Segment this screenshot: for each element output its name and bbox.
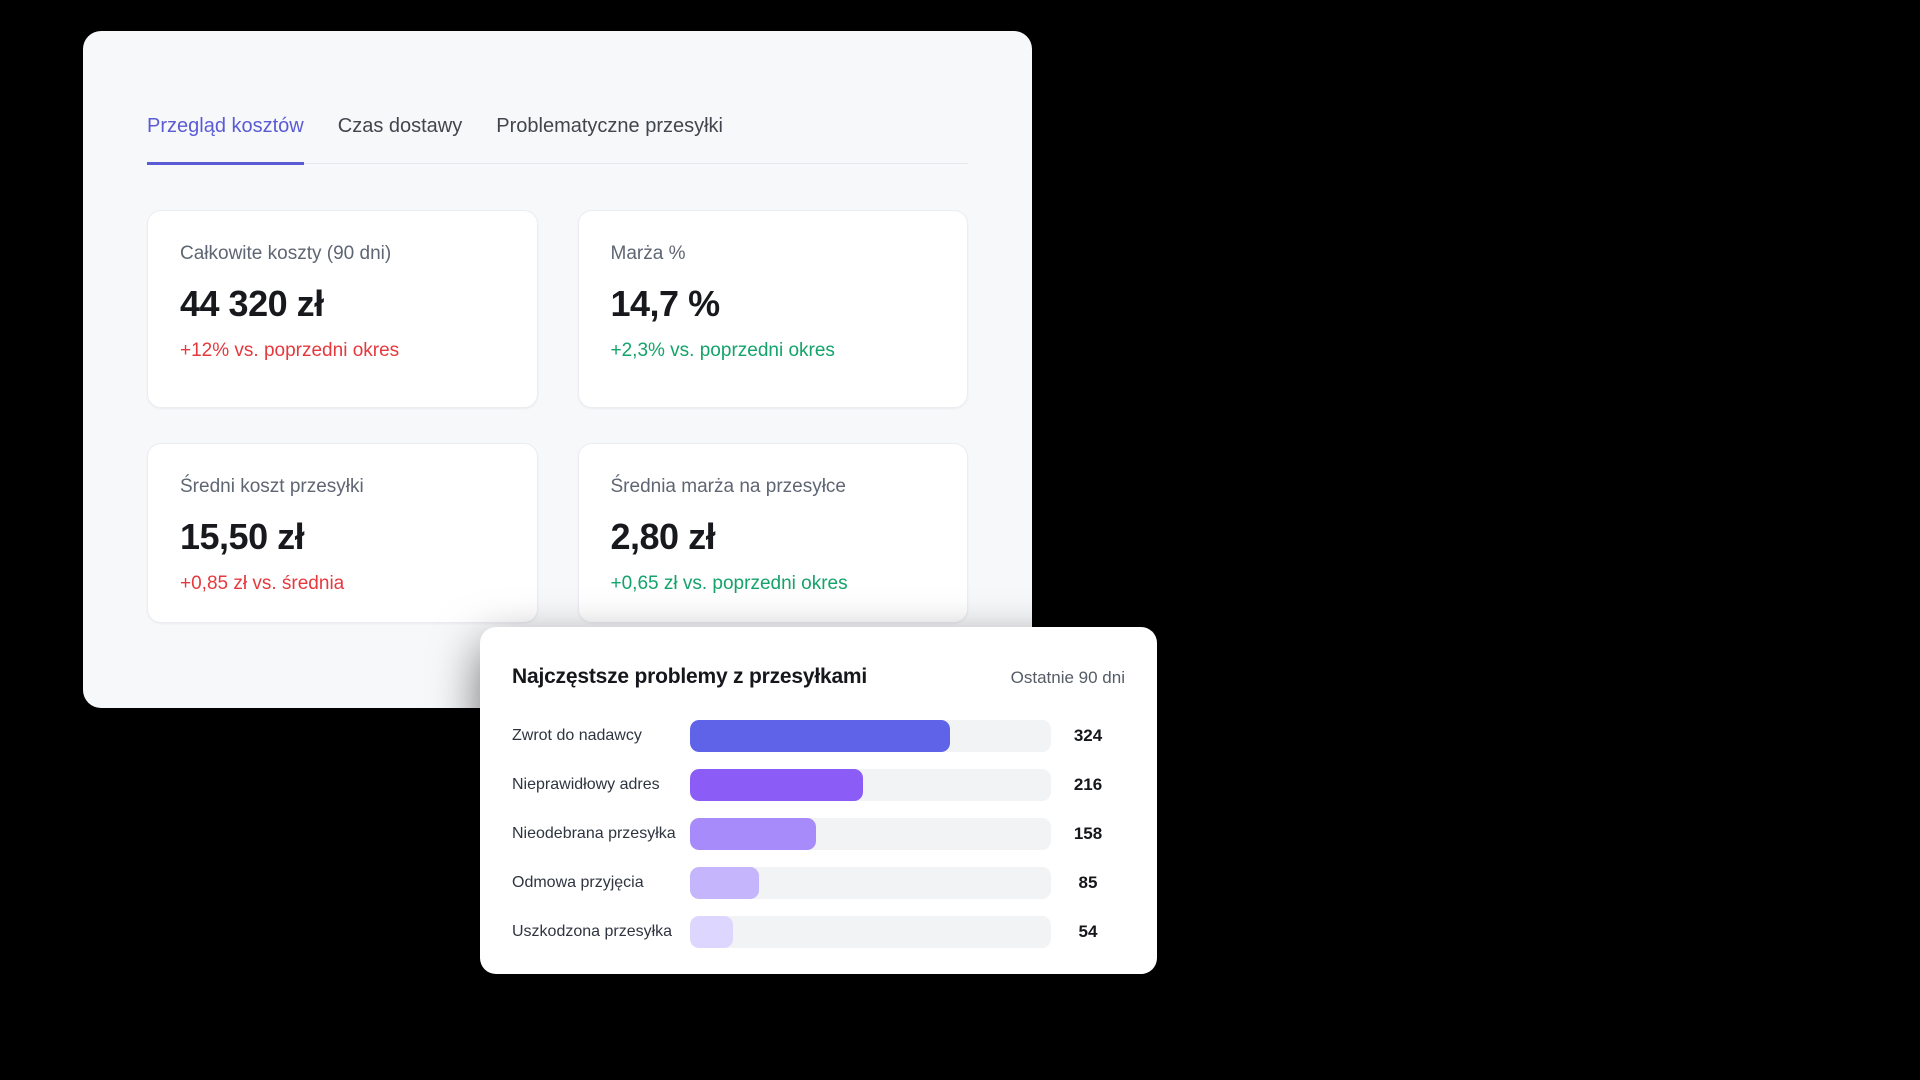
problems-title: Najczęstsze problemy z przesyłkami [512, 665, 867, 689]
problem-bar-track [690, 769, 1051, 801]
stat-card-total-costs: Całkowite koszty (90 dni) 44 320 zł +12%… [147, 210, 538, 408]
problem-label: Zwrot do nadawcy [512, 727, 690, 745]
tab-czas-dostawy[interactable]: Czas dostawy [338, 115, 463, 163]
stat-card-margin-percent: Marża % 14,7 % +2,3% vs. poprzedni okres [578, 210, 969, 408]
stat-delta: +12% vs. poprzedni okres [180, 339, 505, 363]
problem-value: 158 [1051, 824, 1125, 844]
stat-label: Średnia marża na przesyłce [611, 475, 936, 499]
problem-bar-track [690, 818, 1051, 850]
problem-row: Nieprawidłowy adres 216 [512, 760, 1125, 809]
stat-label: Średni koszt przesyłki [180, 475, 505, 499]
problem-row: Nieodebrana przesyłka 158 [512, 809, 1125, 858]
stat-delta: +0,65 zł vs. poprzedni okres [611, 572, 936, 596]
problems-card: Najczęstsze problemy z przesyłkami Ostat… [480, 627, 1157, 974]
stat-delta: +0,85 zł vs. średnia [180, 572, 505, 596]
stat-value: 44 320 zł [180, 283, 505, 325]
problem-bar-fill [690, 867, 759, 899]
problem-bar-fill [690, 818, 816, 850]
tab-przeglad-kosztow[interactable]: Przegląd kosztów [147, 115, 304, 165]
problem-bar-track [690, 720, 1051, 752]
stat-delta: +2,3% vs. poprzedni okres [611, 339, 936, 363]
problem-row: Zwrot do nadawcy 324 [512, 711, 1125, 760]
problem-bar-fill [690, 720, 950, 752]
problem-value: 85 [1051, 873, 1125, 893]
stat-card-avg-margin: Średnia marża na przesyłce 2,80 zł +0,65… [578, 443, 969, 623]
problem-label: Nieprawidłowy adres [512, 776, 690, 794]
problem-label: Nieodebrana przesyłka [512, 825, 690, 843]
stat-value: 14,7 % [611, 283, 936, 325]
stat-card-avg-cost: Średni koszt przesyłki 15,50 zł +0,85 zł… [147, 443, 538, 623]
stat-cards-grid: Całkowite koszty (90 dni) 44 320 zł +12%… [147, 210, 968, 623]
problem-value: 54 [1051, 922, 1125, 942]
problem-label: Odmowa przyjęcia [512, 874, 690, 892]
stat-value: 15,50 zł [180, 516, 505, 558]
problem-bar-fill [690, 769, 863, 801]
stat-label: Całkowite koszty (90 dni) [180, 242, 505, 266]
problems-header: Najczęstsze problemy z przesyłkami Ostat… [512, 665, 1125, 689]
tab-problematyczne-przesylki[interactable]: Problematyczne przesyłki [496, 115, 723, 163]
stat-label: Marża % [611, 242, 936, 266]
problem-label: Uszkodzona przesyłka [512, 923, 690, 941]
problem-value: 216 [1051, 775, 1125, 795]
problems-rows: Zwrot do nadawcy 324 Nieprawidłowy adres… [512, 711, 1125, 956]
problem-bar-fill [690, 916, 733, 948]
problem-bar-track [690, 916, 1051, 948]
problems-period-label: Ostatnie 90 dni [1011, 668, 1125, 688]
dashboard-panel: Przegląd kosztów Czas dostawy Problematy… [83, 31, 1032, 708]
problem-bar-track [690, 867, 1051, 899]
stat-value: 2,80 zł [611, 516, 936, 558]
problem-row: Odmowa przyjęcia 85 [512, 858, 1125, 907]
tab-bar: Przegląd kosztów Czas dostawy Problematy… [147, 31, 968, 164]
problem-value: 324 [1051, 726, 1125, 746]
problem-row: Uszkodzona przesyłka 54 [512, 907, 1125, 956]
